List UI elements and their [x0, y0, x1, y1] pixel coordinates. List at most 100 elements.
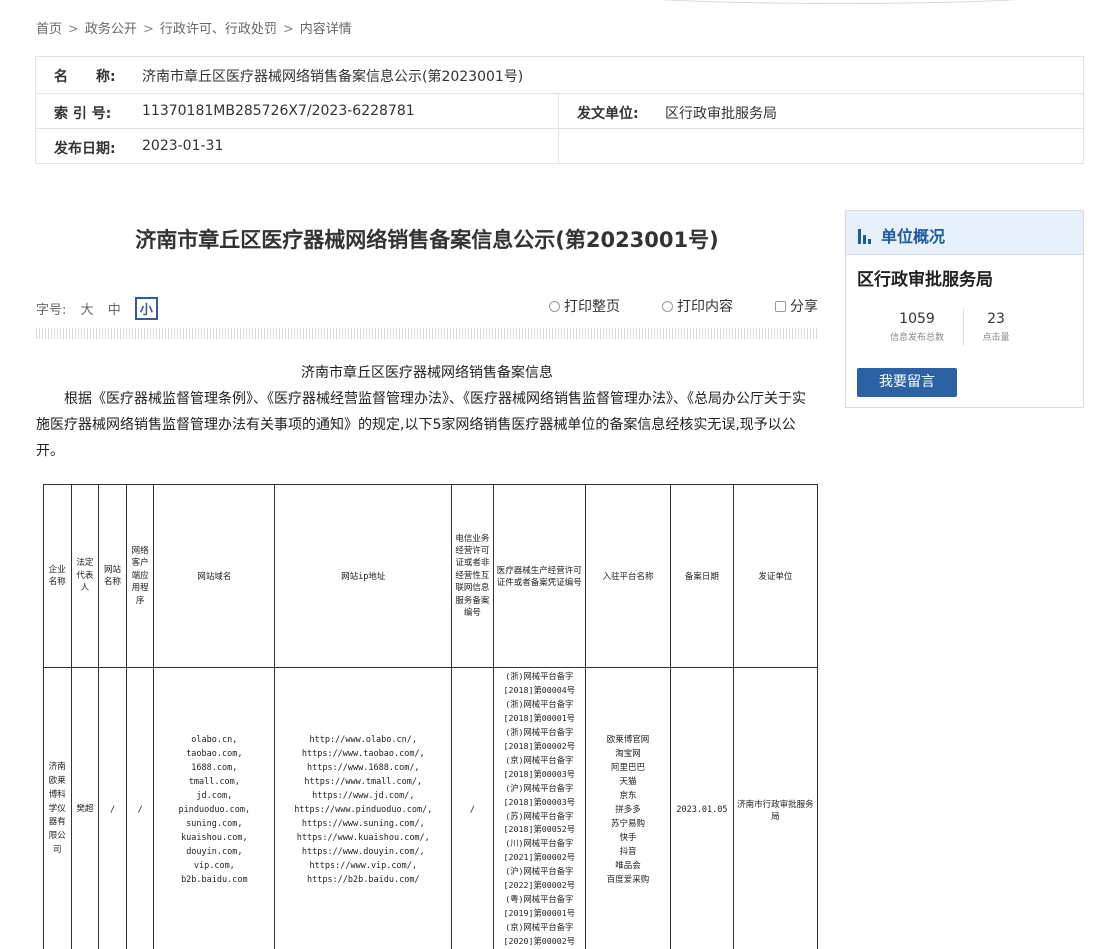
cell-line: https://www.1688.com/, — [306, 762, 420, 773]
cell-line: https://b2b.baidu.com/ — [306, 874, 420, 885]
font-size-control: 字号: 大 中 小 — [36, 297, 158, 320]
page: 首页 > 政务公开 > 行政许可、行政处罚 > 内容详情 名 称: 济南市章丘区医疗器械网络… — [0, 0, 1117, 949]
cell-line: taobao.com, — [186, 748, 243, 759]
cell-line: https://www.jd.com/, — [312, 790, 415, 801]
share-icon — [775, 301, 786, 312]
cell-line: 京东 — [619, 790, 637, 801]
cell-date: 2023.01.05 — [670, 666, 734, 949]
cell-ips: http://www.olabo.cn/, https://www.taobao.… — [274, 666, 453, 949]
cell-app: / — [125, 666, 155, 949]
cell-line: 淘宝网 — [615, 748, 641, 759]
cell-line: 抖音 — [619, 846, 637, 857]
table-header-cell: 网络客户端应用程序 — [125, 484, 155, 668]
cell-legal-rep: 樊超 — [70, 666, 100, 949]
stat-label: 信息发布总数 — [889, 333, 944, 343]
print-content-label: 打印内容 — [677, 299, 733, 315]
cell-line: vip.com, — [193, 860, 235, 871]
cell-licenses: (浙)网械平台备字 [2018]第00004号 (浙)网械平台备字 [2018]第00… — [492, 666, 586, 949]
meta-row-name: 名 称: 济南市章丘区医疗器械网络销售备案信息公示(第2023001号) — [36, 57, 1083, 93]
cell-line: tmall.com, — [188, 776, 240, 787]
cell-line: (沪)网械平台备字 — [505, 866, 574, 877]
cell-line: (苏)网械平台备字 — [505, 810, 574, 821]
stat-total-posts: 1059 信息发布总数 — [887, 311, 947, 343]
org-overview-panel: 单位概况 区行政审批服务局 1059 信息发布总数 23 点击量 我要留言 — [845, 210, 1084, 408]
meta-row-index: 索 引 号: 11370181MB285726X7/2023-6228781 发… — [36, 93, 1083, 129]
meta-name-value: 济南市章丘区医疗器械网络销售备案信息公示(第2023001号) — [142, 69, 524, 85]
cell-line: https://www.vip.com/, — [309, 860, 417, 871]
cell-line: 唯品会 — [615, 860, 641, 871]
print-page-button[interactable]: 打印整页 — [549, 296, 620, 316]
meta-name-key: 名 称: — [54, 69, 116, 85]
cell-line: http://www.olabo.cn/, — [309, 734, 417, 745]
table-header-cell: 网站名称 — [98, 484, 127, 668]
cell-line: suning.com, — [186, 818, 243, 829]
cell-line: (京)网械平台备字 — [505, 922, 574, 933]
cell-line: [2018]第00002号 — [503, 740, 576, 751]
table-header-cell: 备案日期 — [670, 484, 734, 668]
filing-table: 企业名称 法定代表人 网站名称 网络客户端应用程序 网站域名 网站ip地址 电信… — [43, 484, 818, 949]
printer-icon — [662, 301, 673, 312]
cell-line: https://www.douyin.com/, — [301, 846, 425, 857]
table-header-cell: 企业名称 — [43, 484, 72, 668]
print-content-button[interactable]: 打印内容 — [662, 296, 733, 316]
breadcrumb-separator: > — [142, 22, 154, 37]
breadcrumb-license-link[interactable]: 行政许可、行政处罚 — [160, 18, 277, 37]
font-size-medium[interactable]: 中 — [108, 299, 121, 318]
stat-clicks: 23 点击量 — [976, 311, 1016, 343]
table-header-cell: 发证单位 — [732, 484, 818, 668]
cell-line: https://www.pinduoduo.com/, — [294, 804, 433, 815]
table-header-cell: 网站域名 — [153, 484, 276, 668]
org-overview-header: 单位概况 — [846, 211, 1083, 255]
cell-line: [2019]第00001号 — [503, 908, 576, 919]
meta-issuer-key: 发文单位: — [577, 106, 639, 122]
filing-table-viewport[interactable]: 企业名称 法定代表人 网站名称 网络客户端应用程序 网站域名 网站ip地址 电信… — [43, 484, 818, 949]
cell-line: (京)网械平台备字 — [505, 754, 574, 765]
cell-line: https://www.taobao.com/, — [301, 748, 425, 759]
stat-value: 23 — [987, 311, 1005, 327]
cell-line: [2018]第00052号 — [503, 824, 576, 835]
breadcrumb-separator: > — [282, 22, 294, 37]
cell-line: 百度爱采购 — [606, 874, 650, 885]
cell-line: https://www.tmall.com/, — [304, 776, 423, 787]
leave-message-button[interactable]: 我要留言 — [857, 368, 957, 397]
cell-line: 阿里巴巴 — [611, 762, 646, 773]
cell-line: [2021]第00002号 — [503, 852, 576, 863]
printer-icon — [549, 301, 560, 312]
share-button[interactable]: 分享 — [775, 296, 818, 316]
breadcrumb-home-link[interactable]: 首页 — [36, 18, 62, 37]
stat-label: 点击量 — [982, 333, 1010, 343]
font-size-label: 字号: — [36, 303, 67, 318]
cell-line: 苏宁易购 — [611, 818, 646, 829]
window-edge-decoration — [560, 0, 1117, 4]
cell-line: 天猫 — [619, 776, 637, 787]
article-heading: 济南市章丘区医疗器械网络销售备案信息 — [301, 365, 553, 381]
cell-line: [2020]第00002号 — [503, 936, 576, 947]
breadcrumb-gov-open-link[interactable]: 政务公开 — [85, 18, 137, 37]
breadcrumb: 首页 > 政务公开 > 行政许可、行政处罚 > 内容详情 — [36, 18, 352, 37]
document-meta-table: 名 称: 济南市章丘区医疗器械网络销售备案信息公示(第2023001号) 索 引… — [35, 56, 1084, 164]
meta-date-key: 发布日期: — [54, 141, 116, 157]
article-paragraph: 根据《医疗器械监督管理条例》、《医疗器械经营监督管理办法》、《医疗器械网络销售监… — [36, 391, 806, 459]
stat-divider — [963, 309, 964, 346]
cell-line: [2018]第00004号 — [503, 684, 576, 695]
font-size-small[interactable]: 小 — [134, 297, 158, 320]
cell-line: (沪)网械平台备字 — [505, 782, 574, 793]
cell-line: douyin.com, — [186, 846, 243, 857]
table-header-cell: 电信业务经营许可证或者非经营性互联网信息服务备案编号 — [451, 484, 494, 668]
cell-line: [2022]第00002号 — [503, 880, 576, 891]
cell-line: (浙)网械平台备字 — [505, 698, 574, 709]
cell-domains: olabo.cn, taobao.com, 1688.com, tmall.com, j… — [153, 666, 276, 949]
meta-issuer-value: 区行政审批服务局 — [665, 106, 777, 122]
share-label: 分享 — [790, 299, 818, 315]
cell-line: kuaishou.com, — [181, 832, 248, 843]
cell-company: 济南欧莱博科学仪器有限公司 — [43, 666, 72, 949]
font-size-large[interactable]: 大 — [81, 299, 94, 318]
table-row: 济南欧莱博科学仪器有限公司 樊超 / / olabo.cn, taobao.com… — [43, 666, 818, 949]
divider-stripe — [36, 328, 818, 339]
cell-line: jd.com, — [196, 790, 233, 801]
org-overview-title: 单位概况 — [881, 227, 946, 246]
table-header-cell: 法定代表人 — [70, 484, 100, 668]
cell-line: [2018]第00001号 — [503, 712, 576, 723]
org-name: 区行政审批服务局 — [857, 270, 993, 290]
table-header-cell: 医疗器械生产经营许可证件或者备案凭证编号 — [492, 484, 586, 668]
